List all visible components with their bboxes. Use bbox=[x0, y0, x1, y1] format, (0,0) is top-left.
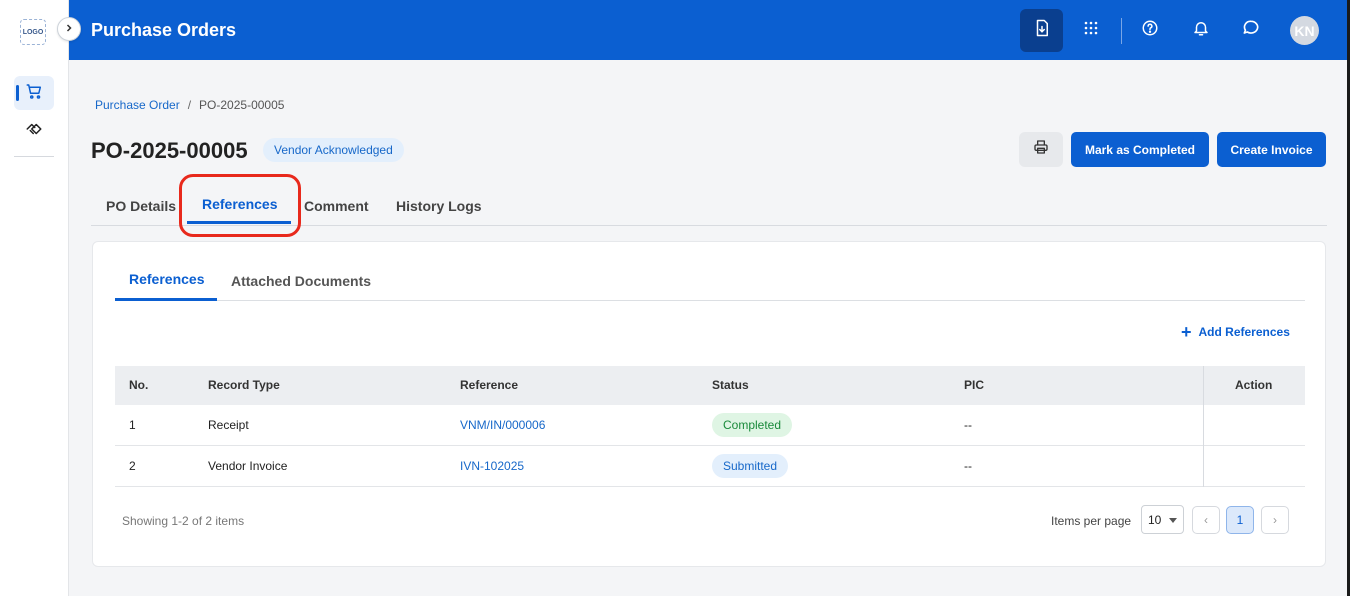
add-references-button[interactable]: + Add References bbox=[1181, 322, 1290, 342]
showing-count: Showing 1-2 of 2 items bbox=[122, 514, 245, 528]
mark-completed-button[interactable]: Mark as Completed bbox=[1071, 132, 1209, 167]
caret-down-icon bbox=[1169, 518, 1177, 523]
subtab-attached-documents[interactable]: Attached Documents bbox=[231, 273, 371, 289]
app-logo[interactable]: LOGO bbox=[20, 19, 46, 45]
active-tab-indicator bbox=[187, 221, 291, 224]
header-action: Action bbox=[1235, 378, 1273, 392]
action-column-divider bbox=[1203, 366, 1204, 487]
cart-icon bbox=[25, 82, 43, 105]
header-record-type: Record Type bbox=[208, 378, 280, 392]
tab-comment[interactable]: Comment bbox=[304, 198, 369, 214]
items-per-page-label: Items per page bbox=[1051, 514, 1132, 528]
expand-sidebar-button[interactable] bbox=[57, 17, 81, 41]
cell-record-type: Receipt bbox=[208, 418, 249, 432]
handshake-icon bbox=[25, 120, 43, 143]
cell-reference-link[interactable]: IVN-102025 bbox=[460, 459, 524, 473]
main-tabs: PO Details References Comment History Lo… bbox=[91, 190, 1327, 226]
left-rail: LOGO bbox=[0, 0, 69, 596]
status-pill: Submitted bbox=[712, 454, 789, 478]
help-button[interactable] bbox=[1130, 10, 1170, 50]
print-button[interactable] bbox=[1019, 132, 1063, 167]
cell-reference-link[interactable]: VNM/IN/000006 bbox=[460, 418, 545, 432]
next-page-button[interactable]: › bbox=[1261, 506, 1289, 534]
printer-icon bbox=[1033, 139, 1049, 160]
cell-record-type: Vendor Invoice bbox=[208, 459, 288, 473]
help-icon bbox=[1141, 19, 1159, 42]
chevron-right-icon bbox=[64, 20, 74, 38]
sub-tabs: References Attached Documents bbox=[115, 264, 1305, 301]
rail-item-purchase[interactable] bbox=[14, 76, 54, 110]
download-button[interactable] bbox=[1020, 9, 1063, 52]
table-header: No. Record Type Reference Status PIC Act… bbox=[115, 366, 1305, 405]
app-title: Purchase Orders bbox=[91, 20, 237, 40]
topbar-divider bbox=[1121, 18, 1122, 44]
chat-icon bbox=[1241, 18, 1261, 43]
cell-no: 1 bbox=[129, 418, 136, 432]
table-row: 1 Receipt VNM/IN/000006 Completed -- bbox=[115, 405, 1305, 446]
status-pill: Completed bbox=[712, 413, 793, 437]
breadcrumb: Purchase Order / PO-2025-00005 bbox=[95, 98, 284, 112]
user-avatar[interactable]: KN bbox=[1290, 16, 1319, 45]
breadcrumb-parent-link[interactable]: Purchase Order bbox=[95, 98, 180, 112]
top-bar: Purchase Orders KN bbox=[69, 0, 1350, 60]
tab-history-logs[interactable]: History Logs bbox=[396, 198, 482, 214]
page-1-button[interactable]: 1 bbox=[1226, 506, 1254, 534]
prev-page-button[interactable]: ‹ bbox=[1192, 506, 1220, 534]
cell-pic: -- bbox=[964, 418, 972, 432]
subtab-references[interactable]: References bbox=[129, 271, 205, 287]
header-status: Status bbox=[712, 378, 749, 392]
tab-po-details[interactable]: PO Details bbox=[106, 198, 176, 214]
chat-button[interactable] bbox=[1231, 10, 1271, 50]
active-subtab-indicator bbox=[115, 298, 217, 301]
rail-item-vendors[interactable] bbox=[14, 114, 54, 148]
plus-icon: + bbox=[1181, 322, 1192, 342]
apps-grid-icon bbox=[1083, 20, 1099, 41]
rail-divider bbox=[14, 156, 54, 157]
add-references-label: Add References bbox=[1198, 325, 1290, 339]
cell-no: 2 bbox=[129, 459, 136, 473]
apps-button[interactable] bbox=[1071, 10, 1111, 50]
header-pic: PIC bbox=[964, 378, 985, 392]
page-size-select[interactable]: 10 bbox=[1141, 505, 1184, 534]
references-card: References Attached Documents + Add Refe… bbox=[92, 241, 1326, 567]
table-row: 2 Vendor Invoice IVN-102025 Submitted -- bbox=[115, 446, 1305, 487]
breadcrumb-current: PO-2025-00005 bbox=[199, 98, 285, 112]
status-badge: Vendor Acknowledged bbox=[263, 138, 404, 162]
page-size-value: 10 bbox=[1148, 512, 1162, 527]
header-no: No. bbox=[129, 378, 149, 392]
tab-references[interactable]: References bbox=[202, 196, 278, 212]
breadcrumb-separator: / bbox=[187, 98, 192, 112]
page-title: PO-2025-00005 bbox=[91, 138, 248, 163]
cell-pic: -- bbox=[964, 459, 972, 473]
references-table: No. Record Type Reference Status PIC Act… bbox=[115, 366, 1305, 487]
create-invoice-button[interactable]: Create Invoice bbox=[1217, 132, 1326, 167]
header-reference: Reference bbox=[460, 378, 519, 392]
bell-icon bbox=[1192, 19, 1210, 42]
notifications-button[interactable] bbox=[1181, 10, 1221, 50]
download-icon bbox=[1033, 19, 1051, 42]
